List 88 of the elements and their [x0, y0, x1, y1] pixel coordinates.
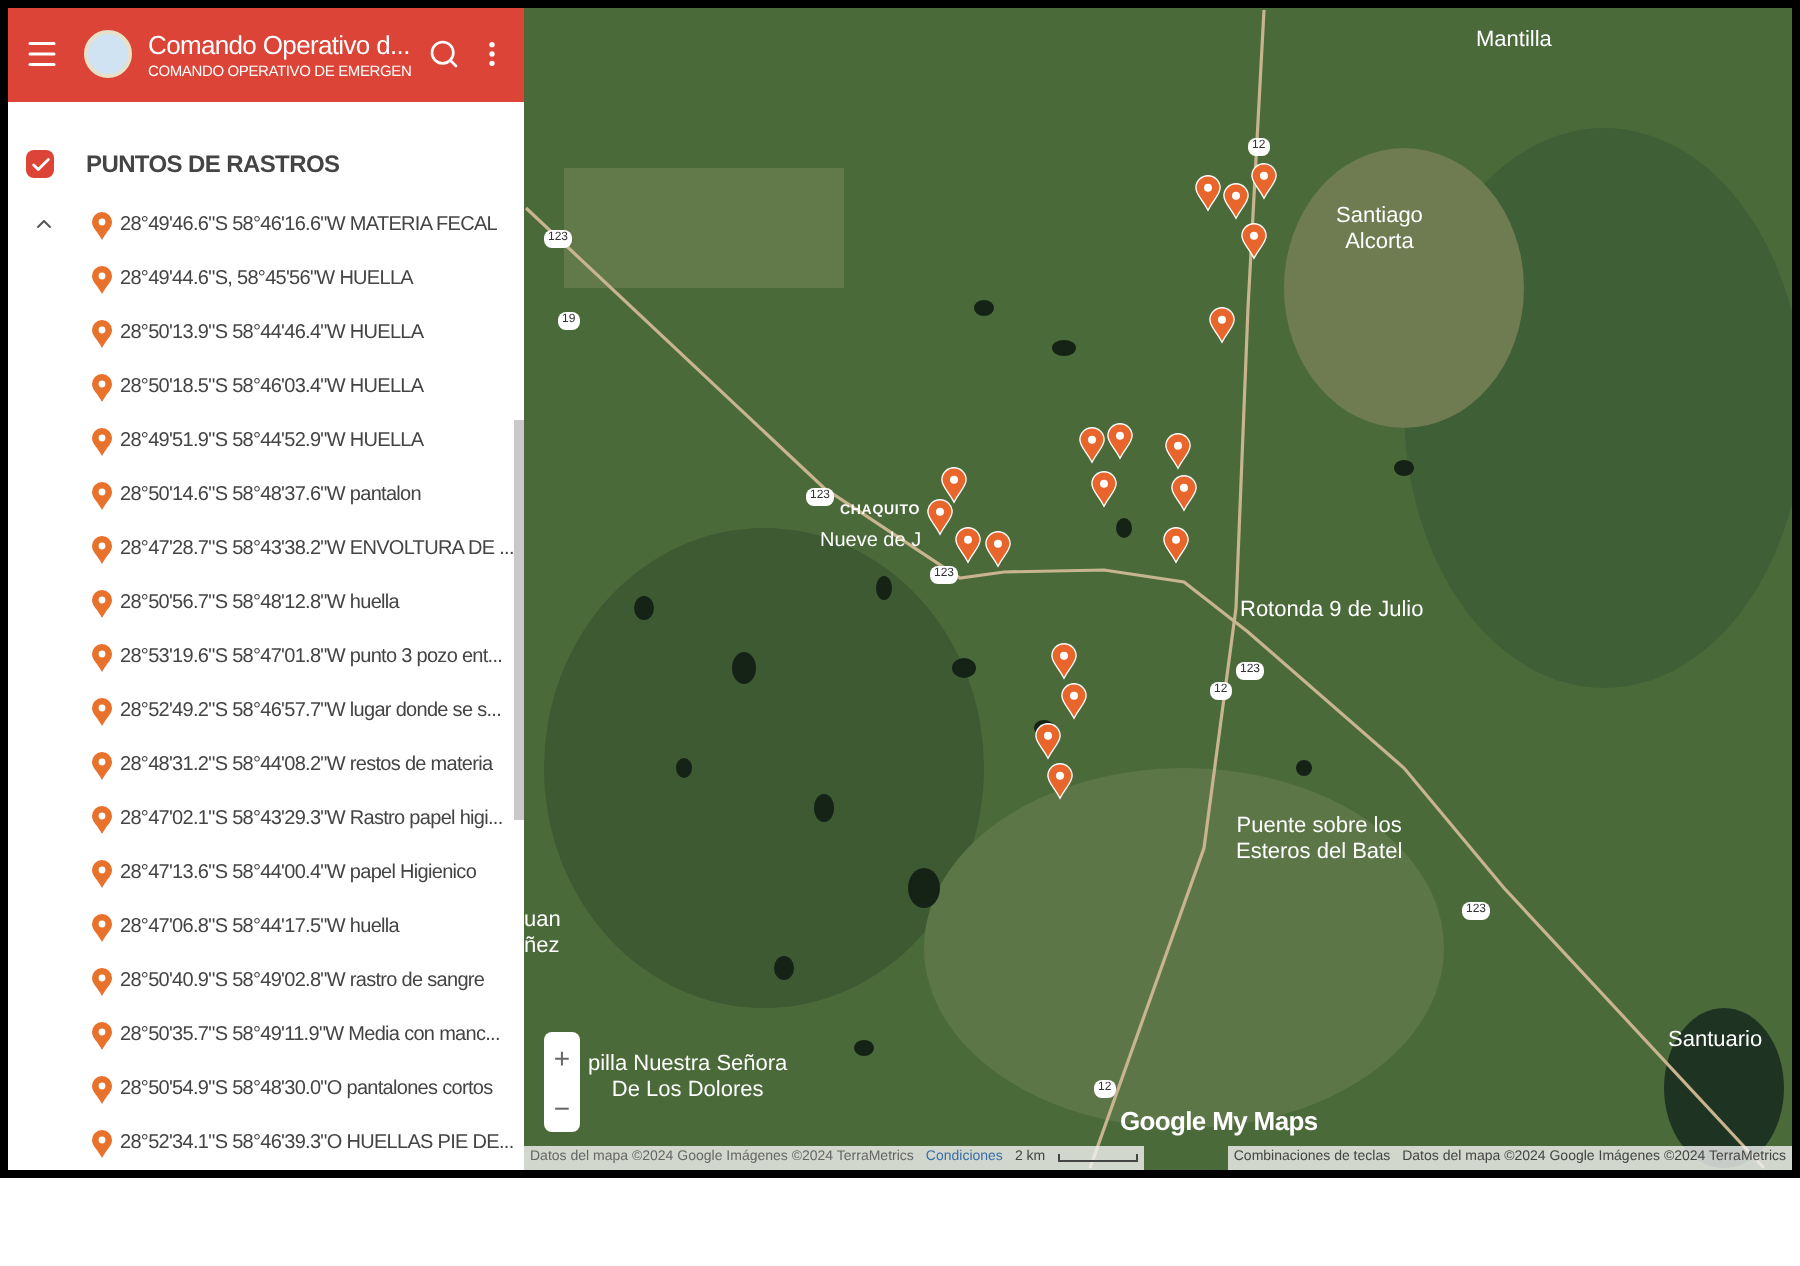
pond [676, 758, 692, 778]
map-pin-icon[interactable] [1162, 526, 1190, 564]
pond [732, 652, 756, 684]
placemark-item[interactable]: 28°47'02.1"S 58°43'29.3"W Rastro papel higi... [92, 792, 514, 846]
layer-title: PUNTOS DE RASTROS [86, 148, 340, 183]
map-pin-icon [92, 535, 112, 563]
place-label: Nueve de J [820, 528, 922, 556]
map-pin-icon [92, 859, 112, 887]
placemark-item[interactable]: 28°50'18.5"S 58°46'03.4"W HUELLA [92, 360, 514, 414]
place-label: Puente sobre los Esteros del Batel [1236, 814, 1403, 866]
search-icon[interactable] [427, 38, 460, 71]
map-pin-icon [92, 589, 112, 617]
map-pin-icon[interactable] [1046, 762, 1074, 800]
map-pin-icon[interactable] [1222, 182, 1250, 220]
scale-bar [1057, 1154, 1138, 1162]
map-pin-icon[interactable] [1164, 432, 1192, 470]
zoom-in-button[interactable]: + [544, 1032, 580, 1082]
map-pin-icon [92, 373, 112, 401]
pond [1394, 460, 1414, 476]
placemark-item[interactable]: 28°50'13.9"S 58°44'46.4"W HUELLA [92, 306, 514, 360]
pond [952, 658, 976, 678]
placemark-item[interactable]: 28°50'40.9"S 58°49'02.8"W rastro de sangre [92, 954, 514, 1008]
place-label: Rotonda 9 de Julio [1240, 596, 1424, 626]
pond [854, 1040, 874, 1056]
map-pin-icon [92, 913, 112, 941]
map-pin-icon[interactable] [1240, 222, 1268, 260]
map-pin-icon[interactable] [940, 466, 968, 504]
map-pin-icon [92, 265, 112, 293]
pond [876, 576, 892, 600]
placemark-item[interactable]: 28°52'49.2"S 58°46'57.7"W lugar donde se s... [92, 684, 514, 738]
map-pin-icon [92, 967, 112, 995]
placemark-item[interactable]: 28°49'46.6"S 58°46'16.6"W MATERIA FECAL [92, 198, 514, 252]
google-my-maps-logo: Google My Maps [1120, 1104, 1318, 1140]
placemark-item[interactable]: 28°52'34.1"S 58°46'39.3"O HUELLAS PIE DE... [92, 1116, 514, 1170]
pond [974, 300, 994, 316]
map-pin-icon [92, 643, 112, 671]
map-pin-icon [92, 1129, 112, 1157]
map-title: Comando Operativo d... [148, 27, 410, 62]
place-label: Santiago Alcorta [1336, 204, 1423, 256]
pond [814, 794, 834, 822]
placemark-item[interactable]: 28°49'44.6"S, 58°45'56"W HUELLA [92, 252, 514, 306]
layer-checkbox[interactable] [26, 150, 54, 179]
placemark-item[interactable]: 28°47'28.7"S 58°43'38.2"W ENVOLTURA DE ... [92, 522, 514, 576]
placemark-item[interactable]: 28°49'51.9"S 58°44'52.9"W HUELLA [92, 414, 514, 468]
map-pin-icon[interactable] [984, 530, 1012, 568]
place-label: uan ñez [524, 908, 561, 960]
map-pin-icon[interactable] [1194, 174, 1222, 212]
map-pin-icon[interactable] [954, 526, 982, 564]
check-icon [29, 153, 51, 176]
map-pin-icon[interactable] [1078, 426, 1106, 464]
map-pin-icon[interactable] [1106, 422, 1134, 460]
pond [774, 956, 794, 980]
placemark-item[interactable]: 28°47'13.6"S 58°44'00.4"W papel Higienico [92, 846, 514, 900]
scrollbar[interactable] [514, 420, 524, 820]
map-pin-icon [92, 805, 112, 833]
map-pin-icon [92, 319, 112, 347]
map-pin-icon[interactable] [1090, 470, 1118, 508]
map-pin-icon[interactable] [1034, 722, 1062, 760]
placemark-item[interactable]: 28°50'14.6"S 58°48'37.6"W pantalon [92, 468, 514, 522]
zoom-out-button[interactable]: − [544, 1082, 580, 1132]
place-label: Santuario [1668, 1026, 1763, 1056]
pond [634, 596, 654, 620]
pond [908, 868, 940, 908]
pond [1296, 760, 1312, 776]
map-pin-icon[interactable] [1050, 642, 1078, 680]
placemark-item[interactable]: 28°50'54.9"S 58°48'30.0"O pantalones cortos [92, 1062, 514, 1116]
pond [1116, 518, 1132, 538]
place-label: Mantilla [1476, 26, 1552, 56]
map-pin-icon [92, 697, 112, 725]
logo-icon [84, 30, 132, 79]
map-pin-icon[interactable] [1170, 474, 1198, 512]
map-pin-icon[interactable] [1208, 306, 1236, 344]
map-pin-icon [92, 1021, 112, 1049]
map-pin-icon[interactable] [926, 498, 954, 536]
map-pin-icon [92, 427, 112, 455]
placemark-item[interactable]: 28°50'56.7"S 58°48'12.8"W huella [92, 576, 514, 630]
map-pin-icon [92, 751, 112, 779]
pond [1052, 340, 1076, 356]
map-pin-icon[interactable] [1060, 682, 1088, 720]
place-label: pilla Nuestra Señora De Los Dolores [588, 1052, 788, 1104]
map-pin-icon[interactable] [1250, 162, 1278, 200]
map-pin-icon [92, 1075, 112, 1103]
placemark-item[interactable]: 28°48'31.2"S 58°44'08.2"W restos de materia [92, 738, 514, 792]
map-pin-icon [92, 211, 112, 239]
placemark-item[interactable]: 28°47'06.8"S 58°44'17.5"W huella [92, 900, 514, 954]
placemark-item[interactable]: 28°53'19.6"S 58°47'01.8"W punto 3 pozo ent... [92, 630, 514, 684]
placemark-item[interactable]: 28°50'35.7"S 58°49'11.9"W Media con manc... [92, 1008, 514, 1062]
map-pin-icon [92, 481, 112, 509]
